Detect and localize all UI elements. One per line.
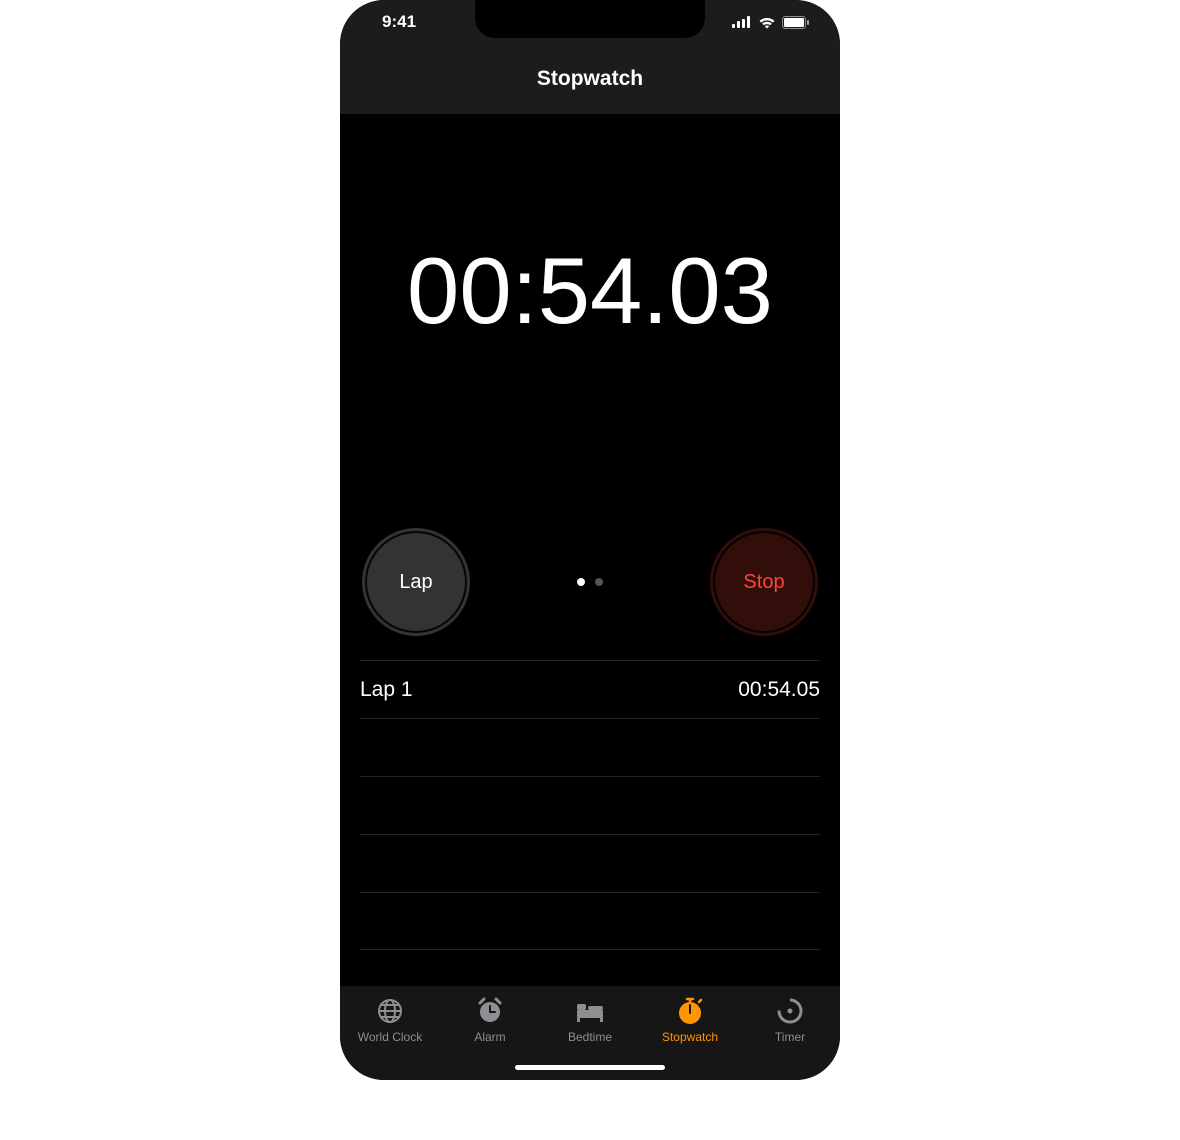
- lap-time: 00:54.05: [738, 678, 820, 702]
- lap-row-empty: [360, 834, 820, 892]
- lap-row-empty: [360, 776, 820, 834]
- tab-world-clock[interactable]: World Clock: [345, 996, 435, 1044]
- lap-label: Lap 1: [360, 678, 413, 702]
- tab-alarm[interactable]: Alarm: [445, 996, 535, 1044]
- tab-bedtime[interactable]: Bedtime: [545, 996, 635, 1044]
- lap-list[interactable]: Lap 1 00:54.05: [360, 660, 820, 950]
- elapsed-time-display: 00:54.03: [360, 244, 820, 338]
- nav-bar: Stopwatch: [340, 44, 840, 114]
- notch: [475, 0, 705, 38]
- battery-icon: [782, 16, 810, 29]
- tab-stopwatch[interactable]: Stopwatch: [645, 996, 735, 1044]
- tab-timer[interactable]: Timer: [745, 996, 835, 1044]
- lap-row-empty: [360, 718, 820, 776]
- page-title: Stopwatch: [537, 67, 643, 91]
- bed-icon: [575, 996, 605, 1026]
- stopwatch-icon: [675, 996, 705, 1026]
- globe-icon: [375, 996, 405, 1026]
- page-indicator[interactable]: [577, 578, 603, 586]
- content-area: 00:54.03 Lap Stop Lap 1 00:54.05: [340, 114, 840, 986]
- status-icons: [732, 16, 810, 29]
- page-dot-1: [577, 578, 585, 586]
- tab-label: Bedtime: [568, 1030, 612, 1044]
- cellular-icon: [732, 16, 752, 28]
- phone-frame: 9:41: [340, 0, 840, 1080]
- stop-button[interactable]: Stop: [710, 528, 818, 636]
- stop-button-label: Stop: [743, 571, 784, 594]
- tab-label: World Clock: [358, 1030, 422, 1044]
- lap-button-label: Lap: [399, 571, 432, 594]
- tab-label: Stopwatch: [662, 1030, 718, 1044]
- home-indicator[interactable]: [515, 1065, 665, 1070]
- wifi-icon: [758, 16, 776, 29]
- lap-row: Lap 1 00:54.05: [360, 660, 820, 718]
- controls-row: Lap Stop: [360, 528, 820, 636]
- lap-row-empty: [360, 892, 820, 950]
- page-dot-2: [595, 578, 603, 586]
- status-time: 9:41: [382, 12, 416, 32]
- lap-button[interactable]: Lap: [362, 528, 470, 636]
- alarm-clock-icon: [475, 996, 505, 1026]
- tab-label: Timer: [775, 1030, 805, 1044]
- tab-label: Alarm: [474, 1030, 505, 1044]
- timer-icon: [775, 996, 805, 1026]
